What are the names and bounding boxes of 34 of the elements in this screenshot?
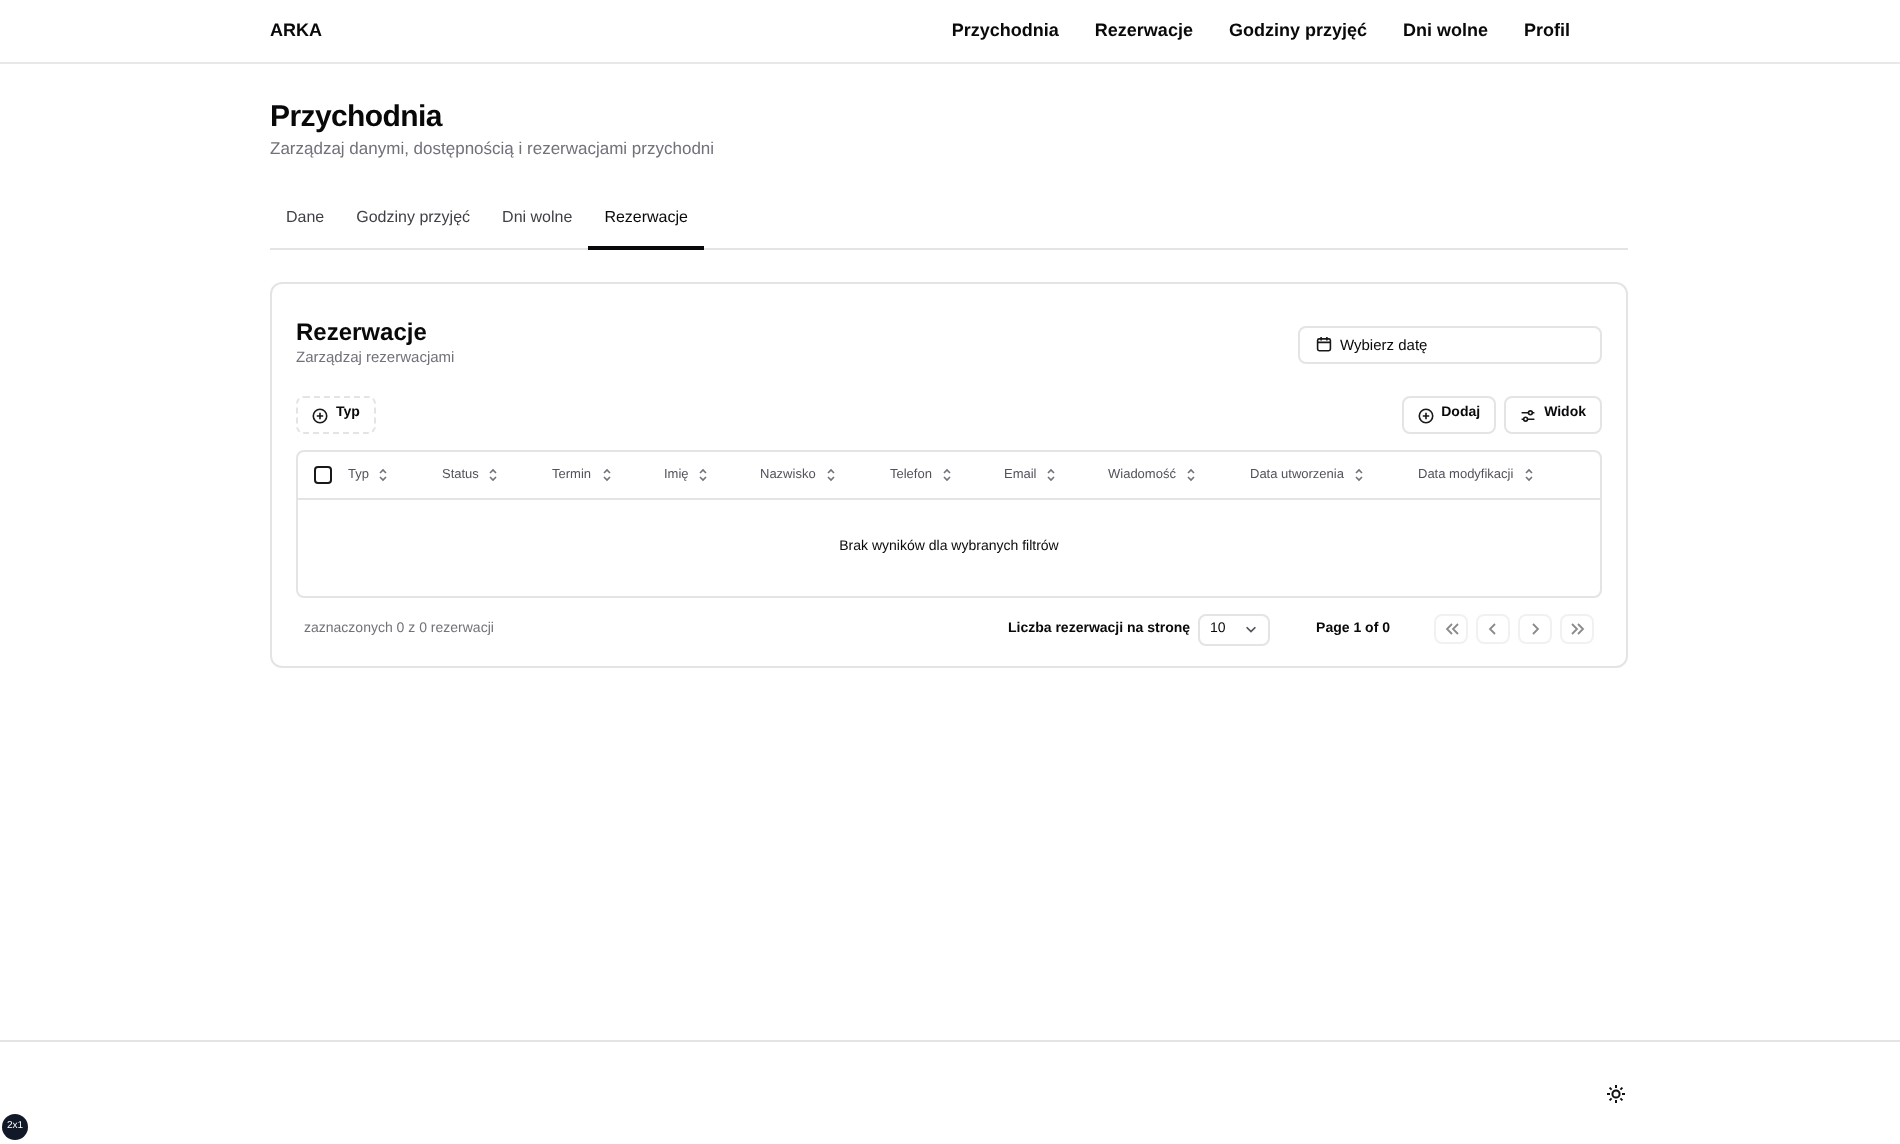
double-chevron-left-icon	[1442, 620, 1460, 639]
sort-icon	[1353, 467, 1364, 482]
tab[interactable]: Rezerwacje	[588, 197, 704, 250]
sort-icon	[378, 467, 389, 482]
sort-icon	[698, 467, 709, 482]
select-all-checkbox[interactable]	[314, 465, 332, 484]
chevron-left-icon	[1484, 620, 1502, 639]
sort-icon	[1523, 467, 1534, 482]
sun-icon[interactable]	[1606, 1083, 1626, 1103]
sort-icon	[488, 467, 499, 482]
sort-icon	[941, 467, 952, 482]
chevron-down-icon	[1244, 622, 1259, 637]
nav-link[interactable]: Profil	[1523, 17, 1570, 45]
page-title: Przychodnia	[270, 100, 445, 136]
sort-icon	[825, 467, 836, 482]
card-title: Rezerwacje	[296, 317, 429, 347]
calendar-icon	[1316, 336, 1332, 353]
page-subtitle: Zarządzaj danymi, dostępnością i rezerwacjami przychodni	[270, 136, 717, 162]
plus-circle-icon	[312, 407, 328, 424]
nav-link[interactable]: Dni wolne	[1402, 17, 1488, 45]
brand-name[interactable]: ARKA	[270, 17, 322, 45]
nav-link[interactable]: Godziny przyjęć	[1228, 17, 1367, 45]
plus-circle-icon	[1417, 407, 1434, 424]
tab[interactable]: Godziny przyjęć	[340, 197, 487, 250]
chevron-right-icon	[1526, 620, 1544, 639]
sliders-icon	[1520, 407, 1537, 424]
tab[interactable]: Dane	[270, 197, 341, 250]
nav-link[interactable]: Przychodnia	[951, 17, 1059, 45]
double-chevron-right-icon	[1568, 620, 1586, 639]
nav-link[interactable]: Rezerwacje	[1094, 17, 1193, 45]
sort-icon	[601, 467, 612, 482]
sort-icon	[1046, 467, 1057, 482]
tab[interactable]: Dni wolne	[486, 197, 589, 250]
sort-icon	[1185, 467, 1196, 482]
